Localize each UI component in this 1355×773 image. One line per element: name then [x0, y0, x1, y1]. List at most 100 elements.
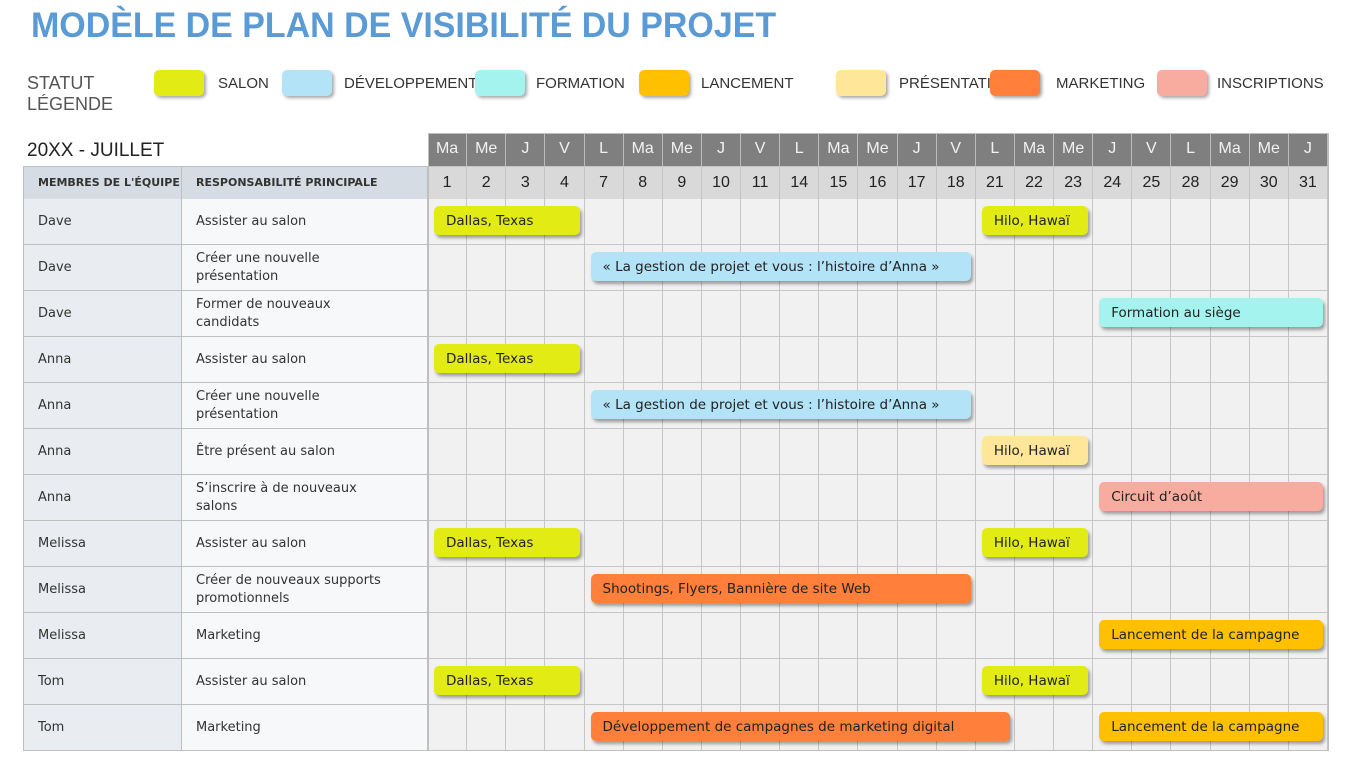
- calendar-cell[interactable]: [741, 521, 781, 567]
- calendar-cell[interactable]: [662, 659, 702, 705]
- calendar-cell[interactable]: [662, 291, 702, 337]
- calendar-cell[interactable]: [975, 245, 1015, 291]
- calendar-cell[interactable]: [1249, 383, 1289, 429]
- calendar-cell[interactable]: [1249, 521, 1289, 567]
- calendar-cell[interactable]: [1014, 245, 1055, 291]
- task-bar-developpement[interactable]: « La gestion de projet et vous : l’histo…: [590, 252, 971, 281]
- calendar-cell[interactable]: [741, 659, 781, 705]
- calendar-cell[interactable]: [1093, 429, 1133, 475]
- calendar-cell[interactable]: [662, 613, 702, 659]
- calendar-cell[interactable]: [780, 291, 820, 337]
- calendar-cell[interactable]: [975, 337, 1015, 383]
- calendar-cell[interactable]: [780, 521, 820, 567]
- calendar-cell[interactable]: [623, 475, 663, 521]
- calendar-cell[interactable]: [1171, 245, 1211, 291]
- calendar-cell[interactable]: [1171, 659, 1211, 705]
- calendar-cell[interactable]: [1171, 521, 1211, 567]
- calendar-cell[interactable]: [1249, 567, 1289, 613]
- calendar-cell[interactable]: [467, 567, 507, 613]
- calendar-cell[interactable]: [780, 613, 820, 659]
- calendar-cell[interactable]: [936, 521, 976, 567]
- calendar-cell[interactable]: [428, 291, 468, 337]
- calendar-cell[interactable]: [1210, 383, 1250, 429]
- calendar-cell[interactable]: [858, 291, 898, 337]
- calendar-cell[interactable]: [1054, 613, 1094, 659]
- calendar-cell[interactable]: [506, 291, 546, 337]
- calendar-cell[interactable]: [545, 245, 585, 291]
- calendar-cell[interactable]: [1210, 429, 1250, 475]
- calendar-cell[interactable]: [1171, 567, 1211, 613]
- calendar-cell[interactable]: [1054, 291, 1094, 337]
- task-bar-presentation[interactable]: Hilo, Hawaï: [981, 436, 1089, 465]
- calendar-cell[interactable]: [1288, 245, 1328, 291]
- calendar-cell[interactable]: [1132, 567, 1172, 613]
- calendar-cell[interactable]: [1054, 567, 1094, 613]
- calendar-cell[interactable]: [1132, 383, 1172, 429]
- calendar-cell[interactable]: [897, 659, 937, 705]
- calendar-cell[interactable]: [1288, 659, 1328, 705]
- calendar-cell[interactable]: [545, 705, 585, 751]
- calendar-cell[interactable]: [1210, 567, 1250, 613]
- calendar-cell[interactable]: [584, 337, 624, 383]
- calendar-cell[interactable]: [936, 291, 976, 337]
- task-bar-marketing[interactable]: Shootings, Flyers, Bannière de site Web: [590, 574, 971, 603]
- calendar-cell[interactable]: [1249, 245, 1289, 291]
- calendar-cell[interactable]: [975, 475, 1015, 521]
- task-bar-salon[interactable]: Hilo, Hawaï: [981, 528, 1089, 557]
- calendar-cell[interactable]: [1171, 199, 1211, 245]
- calendar-cell[interactable]: [1014, 475, 1055, 521]
- calendar-cell[interactable]: [701, 613, 742, 659]
- calendar-cell[interactable]: [1171, 337, 1211, 383]
- calendar-cell[interactable]: [819, 291, 859, 337]
- calendar-cell[interactable]: [741, 475, 781, 521]
- calendar-cell[interactable]: [662, 475, 702, 521]
- calendar-cell[interactable]: [1132, 199, 1172, 245]
- calendar-cell[interactable]: [1093, 383, 1133, 429]
- calendar-cell[interactable]: [1171, 429, 1211, 475]
- calendar-cell[interactable]: [1132, 245, 1172, 291]
- calendar-cell[interactable]: [1014, 337, 1055, 383]
- calendar-cell[interactable]: [701, 475, 742, 521]
- calendar-cell[interactable]: [662, 199, 702, 245]
- calendar-cell[interactable]: [506, 383, 546, 429]
- calendar-cell[interactable]: [1249, 337, 1289, 383]
- calendar-cell[interactable]: [858, 429, 898, 475]
- calendar-cell[interactable]: [623, 337, 663, 383]
- calendar-cell[interactable]: [545, 383, 585, 429]
- calendar-cell[interactable]: [467, 383, 507, 429]
- calendar-cell[interactable]: [506, 705, 546, 751]
- calendar-cell[interactable]: [1014, 383, 1055, 429]
- calendar-cell[interactable]: [819, 521, 859, 567]
- calendar-cell[interactable]: [858, 521, 898, 567]
- calendar-cell[interactable]: [1249, 429, 1289, 475]
- calendar-cell[interactable]: [623, 613, 663, 659]
- calendar-cell[interactable]: [1210, 337, 1250, 383]
- calendar-cell[interactable]: [545, 291, 585, 337]
- calendar-cell[interactable]: [741, 429, 781, 475]
- calendar-cell[interactable]: [1014, 567, 1055, 613]
- calendar-cell[interactable]: [1288, 199, 1328, 245]
- calendar-cell[interactable]: [1093, 521, 1133, 567]
- calendar-cell[interactable]: [897, 475, 937, 521]
- calendar-cell[interactable]: [858, 659, 898, 705]
- calendar-cell[interactable]: [936, 659, 976, 705]
- calendar-cell[interactable]: [819, 613, 859, 659]
- task-bar-salon[interactable]: Hilo, Hawaï: [981, 206, 1089, 235]
- calendar-cell[interactable]: [584, 475, 624, 521]
- calendar-cell[interactable]: [1210, 521, 1250, 567]
- calendar-cell[interactable]: [1093, 567, 1133, 613]
- calendar-cell[interactable]: [701, 337, 742, 383]
- task-bar-salon[interactable]: Dallas, Texas: [434, 206, 580, 235]
- calendar-cell[interactable]: [1288, 337, 1328, 383]
- calendar-cell[interactable]: [819, 429, 859, 475]
- calendar-cell[interactable]: [1288, 383, 1328, 429]
- task-bar-marketing[interactable]: Développement de campagnes de marketing …: [590, 712, 1010, 741]
- calendar-cell[interactable]: [467, 245, 507, 291]
- calendar-cell[interactable]: [1054, 475, 1094, 521]
- calendar-cell[interactable]: [1288, 429, 1328, 475]
- calendar-cell[interactable]: [428, 567, 468, 613]
- task-bar-salon[interactable]: Dallas, Texas: [434, 528, 580, 557]
- calendar-cell[interactable]: [819, 337, 859, 383]
- task-bar-formation[interactable]: Formation au siège: [1099, 298, 1323, 327]
- calendar-cell[interactable]: [584, 659, 624, 705]
